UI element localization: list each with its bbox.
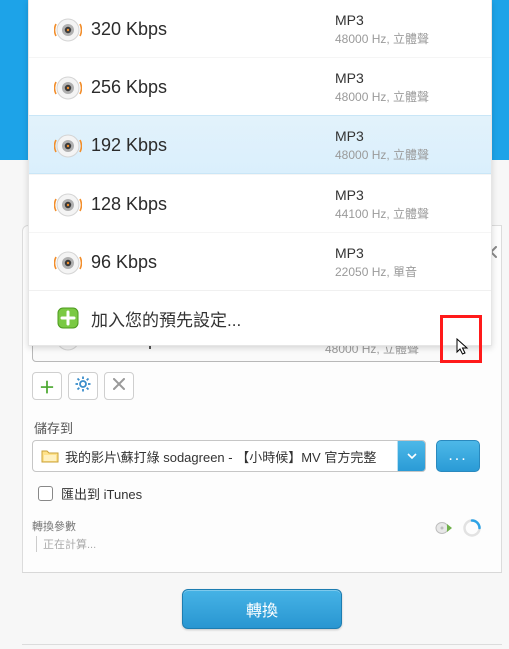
add-icon	[55, 305, 81, 331]
preset-codec: MP3	[335, 245, 475, 261]
save-to-row: 我的影片\蘇打綠 sodagreen - 【小時候】MV 官方完整 ...	[32, 440, 480, 472]
remove-button[interactable]	[104, 372, 134, 400]
preset-bitrate: 96 Kbps	[91, 252, 335, 273]
save-path-text: 我的影片\蘇打綠 sodagreen - 【小時候】MV 官方完整	[61, 447, 397, 466]
preset-sub: 48000 Hz, 立體聲	[335, 146, 475, 163]
export-itunes-checkbox[interactable]: 匯出到 iTunes	[38, 484, 142, 503]
add-button[interactable]: ＋	[32, 372, 62, 400]
speaker-icon	[54, 16, 82, 44]
drive-arrow-icon	[434, 519, 454, 537]
save-path-dropdown-toggle[interactable]	[397, 441, 425, 471]
preset-dropdown-popup: 320 Kbps MP3 48000 Hz, 立體聲 256 Kbps MP3 …	[28, 0, 492, 346]
add-preset-item[interactable]: 加入您的預先設定...	[29, 290, 491, 345]
checkbox-box	[38, 486, 53, 501]
save-path-field[interactable]: 我的影片\蘇打綠 sodagreen - 【小時候】MV 官方完整	[32, 440, 426, 472]
folder-icon	[39, 448, 61, 464]
preset-codec: MP3	[335, 187, 475, 203]
preset-sub: 48000 Hz, 立體聲	[335, 88, 475, 105]
spinner-icon	[462, 518, 482, 538]
preset-codec: MP3	[335, 12, 475, 28]
chevron-down-icon	[407, 453, 417, 459]
export-itunes-label: 匯出到 iTunes	[61, 484, 142, 503]
gear-icon	[75, 376, 91, 397]
params-label: 轉換參數	[32, 518, 434, 534]
browse-button[interactable]: ...	[436, 440, 480, 472]
preset-item[interactable]: 128 Kbps MP3 44100 Hz, 立體聲	[29, 174, 491, 232]
preset-sub: 48000 Hz, 立體聲	[335, 30, 475, 47]
preset-bitrate: 128 Kbps	[91, 194, 335, 215]
preset-bitrate: 192 Kbps	[91, 135, 335, 156]
preset-bitrate: 256 Kbps	[91, 77, 335, 98]
speaker-icon	[54, 74, 82, 102]
preset-codec: MP3	[335, 70, 475, 86]
plus-icon: ＋	[39, 374, 55, 398]
browse-label: ...	[448, 447, 467, 465]
preset-item[interactable]: 192 Kbps MP3 48000 Hz, 立體聲	[29, 115, 491, 174]
preset-sub: 44100 Hz, 立體聲	[335, 205, 475, 222]
preset-codec: MP3	[335, 128, 475, 144]
bottom-bar: 轉換	[22, 572, 502, 644]
speaker-icon	[54, 132, 82, 160]
preset-sub: 22050 Hz, 單音	[335, 263, 475, 280]
x-icon	[113, 377, 125, 395]
convert-label: 轉換	[246, 597, 278, 621]
save-to-label: 儲存到	[34, 418, 73, 437]
params-status: 正在計算...	[36, 536, 434, 552]
speaker-icon	[54, 191, 82, 219]
preset-item[interactable]: 320 Kbps MP3 48000 Hz, 立體聲	[29, 0, 491, 57]
speaker-icon	[54, 249, 82, 277]
preset-bitrate: 320 Kbps	[91, 19, 335, 40]
conversion-params-row: 轉換參數 正在計算...	[32, 518, 482, 552]
add-preset-label: 加入您的預先設定...	[91, 306, 241, 331]
preset-item[interactable]: 96 Kbps MP3 22050 Hz, 單音	[29, 232, 491, 290]
preset-item[interactable]: 256 Kbps MP3 48000 Hz, 立體聲	[29, 57, 491, 115]
convert-button[interactable]: 轉換	[182, 589, 342, 629]
preset-toolbar: ＋	[32, 372, 134, 400]
settings-button[interactable]	[68, 372, 98, 400]
